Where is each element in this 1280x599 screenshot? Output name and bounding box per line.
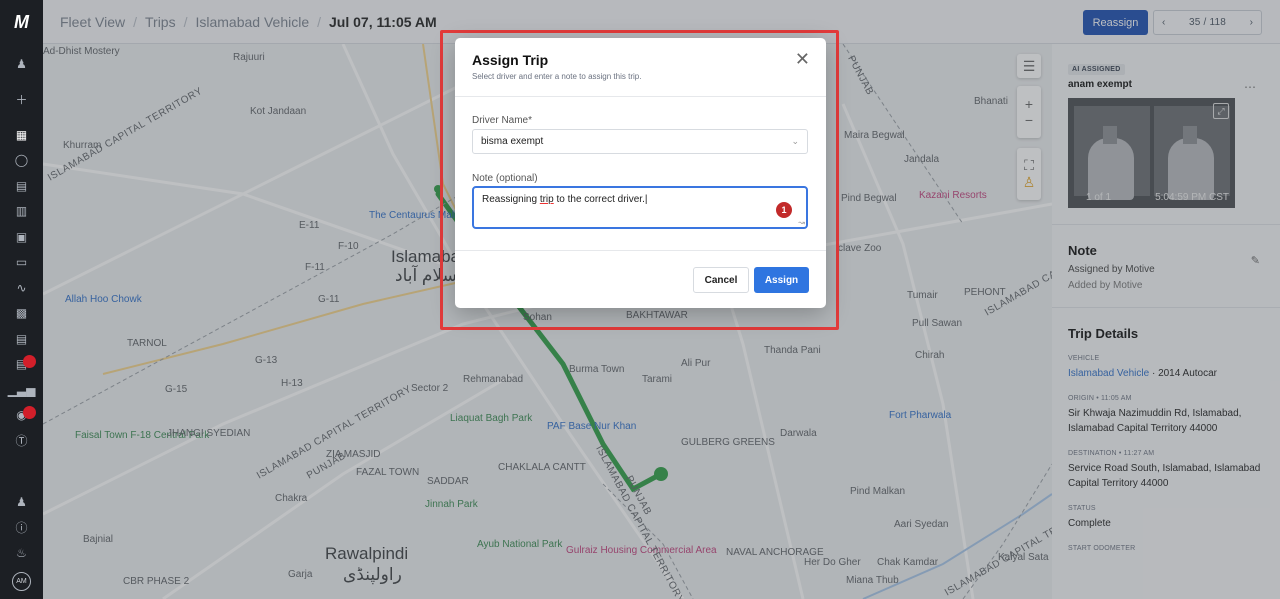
left-navigation: M ♟ ＋ ▦ ◯ ▤ ▥ ▣ ▭ ∿ ▩ ▤ ▤ ▁▃▅ ◉ Ⓣ ♟ ⓘ ♨ … <box>0 0 43 599</box>
driver-select[interactable]: bisma exempt ⌄ <box>472 129 808 154</box>
map-icon[interactable]: ▦ <box>0 122 43 148</box>
notification-dot <box>23 405 36 419</box>
note-text-start: Reassigning <box>482 194 540 205</box>
note-textarea[interactable]: Reassigning trip to the correct driver.|… <box>472 186 808 229</box>
help-icon[interactable]: ⓘ <box>0 515 43 541</box>
plus-icon[interactable]: ＋ <box>0 87 43 113</box>
motive-logo[interactable]: M <box>14 12 29 33</box>
dialog-title: Assign Trip <box>472 52 549 68</box>
bell-icon[interactable]: ♨ <box>0 541 43 567</box>
driver-select-value: bisma exempt <box>481 136 544 147</box>
user-settings-icon[interactable]: ♟ <box>0 490 43 516</box>
divider <box>455 96 826 97</box>
note-label: Note (optional) <box>472 173 538 184</box>
copy-icon[interactable]: ▩ <box>0 301 43 327</box>
note-text-misspelled: trip <box>539 194 554 205</box>
fuel-icon[interactable]: ▥ <box>0 199 43 225</box>
cancel-button[interactable]: Cancel <box>693 267 749 293</box>
assign-trip-dialog: Assign Trip Select driver and enter a no… <box>455 38 826 308</box>
vehicle-icon[interactable]: ▣ <box>0 224 43 250</box>
assign-button[interactable]: Assign <box>754 267 809 293</box>
dialog-subtitle: Select driver and enter a note to assign… <box>472 72 642 81</box>
route-icon[interactable]: ∿ <box>0 275 43 301</box>
shield-icon[interactable]: ◯ <box>0 148 43 174</box>
card-icon[interactable]: ▭ <box>0 250 43 276</box>
grammar-badge[interactable]: 1 <box>776 202 792 218</box>
report-icon[interactable]: ▤ <box>0 326 43 352</box>
avatar[interactable]: AM <box>12 572 31 591</box>
chart-icon[interactable]: ▁▃▅ <box>0 377 43 403</box>
resize-grip-icon[interactable]: ↝ <box>798 218 805 227</box>
divider <box>455 250 826 251</box>
document-icon[interactable]: ▤ <box>0 173 43 199</box>
settings-icon[interactable]: ◉ <box>0 403 43 429</box>
notification-dot <box>23 354 36 368</box>
note-text-end: to the correct driver. <box>553 194 645 205</box>
chevron-down-icon: ⌄ <box>791 136 799 146</box>
alerts-icon[interactable]: ▤ <box>0 352 43 378</box>
users-icon[interactable]: ♟ <box>0 51 43 77</box>
dollar-icon[interactable]: Ⓣ <box>0 428 43 454</box>
close-icon[interactable]: ✕ <box>795 50 810 68</box>
driver-name-label: Driver Name* <box>472 115 533 126</box>
